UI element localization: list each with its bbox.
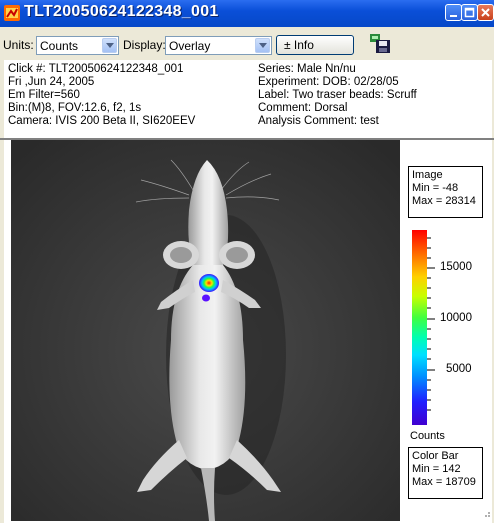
info-left-column: Click #: TLT20050624122348_001 Fri ,Jun … xyxy=(8,63,195,128)
label-text: Label: Two traser beads: Scruff xyxy=(258,89,417,101)
scale-units-label: Counts xyxy=(410,430,445,442)
scale-tick-label: 5000 xyxy=(446,363,472,375)
colorbar-max-text: Max = 18709 xyxy=(412,476,476,488)
close-icon xyxy=(481,8,490,17)
units-label: Units: xyxy=(3,38,34,52)
em-filter-text: Em Filter=560 xyxy=(8,89,80,101)
color-scale-bar xyxy=(412,230,427,425)
camera-text: Camera: IVIS 200 Beta II, SI620EEV xyxy=(8,115,196,127)
display-select[interactable]: Overlay xyxy=(165,36,272,55)
comment-text: Comment: Dorsal xyxy=(258,102,348,114)
close-button[interactable] xyxy=(477,4,494,21)
maximize-button[interactable] xyxy=(461,4,478,21)
series-text: Series: Male Nn/nu xyxy=(258,63,356,75)
app-icon xyxy=(4,5,20,21)
window-title: TLT20050624122348_001 xyxy=(24,3,219,20)
date-text: Fri ,Jun 24, 2005 xyxy=(8,76,95,88)
luminescence-image[interactable] xyxy=(11,140,400,521)
image-info: Click #: TLT20050624122348_001 Fri ,Jun … xyxy=(4,61,492,139)
resize-grip-icon[interactable] xyxy=(482,505,492,519)
colorbar-range-legend: Color Bar Min = 142 Max = 18709 xyxy=(408,447,483,499)
chevron-down-icon[interactable] xyxy=(102,38,117,53)
info-right-column: Series: Male Nn/nu Experiment: DOB: 02/2… xyxy=(258,63,417,128)
minimize-icon xyxy=(450,15,457,17)
image-range-legend: Image Min = -48 Max = 28314 xyxy=(408,166,483,218)
colorbar-legend-title: Color Bar xyxy=(412,450,459,462)
analysis-comment-text: Analysis Comment: test xyxy=(258,115,379,127)
info-toggle-button[interactable]: ± Info xyxy=(276,35,354,55)
image-min-text: Min = -48 xyxy=(412,182,459,194)
title-bar[interactable]: TLT20050624122348_001 xyxy=(0,0,494,27)
scale-tick-label: 15000 xyxy=(440,261,472,273)
image-legend-title: Image xyxy=(412,169,443,181)
chevron-down-icon[interactable] xyxy=(255,38,270,53)
info-button-label: ± Info xyxy=(284,38,314,52)
display-label: Display: xyxy=(123,38,166,52)
toolbar: Units: Counts Display: Overlay ± Info xyxy=(0,27,494,58)
mouse-photo xyxy=(11,140,400,521)
maximize-icon xyxy=(464,7,475,18)
display-select-value: Overlay xyxy=(169,39,211,53)
image-max-text: Max = 28314 xyxy=(412,195,476,207)
units-select-value: Counts xyxy=(40,39,79,53)
scale-tick-label: 10000 xyxy=(440,312,472,324)
click-number-text: Click #: TLT20050624122348_001 xyxy=(8,63,184,75)
minimize-button[interactable] xyxy=(445,4,462,21)
save-icon[interactable] xyxy=(370,34,392,54)
experiment-text: Experiment: DOB: 02/28/05 xyxy=(258,76,399,88)
colorbar-min-text: Min = 142 xyxy=(412,463,461,475)
units-select[interactable]: Counts xyxy=(36,36,119,55)
binning-text: Bin:(M)8, FOV:12.6, f2, 1s xyxy=(8,102,142,114)
color-scale-ticks xyxy=(427,237,435,411)
